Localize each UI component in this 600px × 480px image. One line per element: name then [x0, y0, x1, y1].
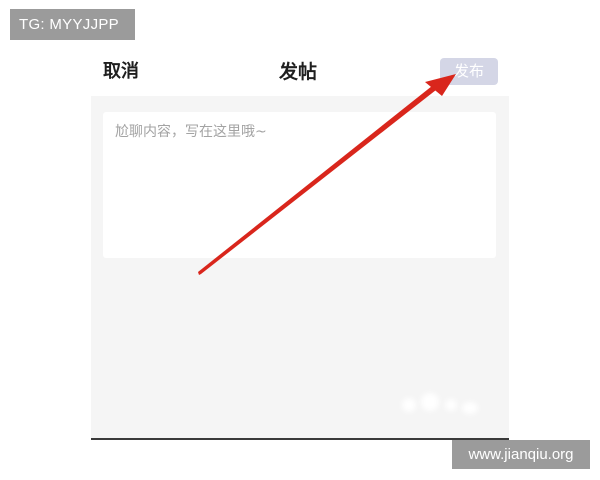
bottom-divider	[91, 438, 509, 440]
publish-button[interactable]: 发布	[440, 58, 498, 85]
cancel-button[interactable]: 取消	[103, 60, 139, 84]
blurred-spot	[462, 402, 478, 414]
blurred-spot	[402, 398, 416, 412]
blurred-spot	[445, 399, 457, 411]
post-content-placeholder: 尬聊内容，写在这里哦~	[115, 124, 267, 140]
blurred-spot	[421, 393, 439, 411]
telegram-watermark: TG: MYYJJPP	[10, 9, 135, 40]
post-content-input[interactable]: 尬聊内容，写在这里哦~	[103, 112, 496, 258]
page-title: 发帖	[279, 61, 318, 83]
site-watermark: www.jianqiu.org	[452, 440, 590, 469]
